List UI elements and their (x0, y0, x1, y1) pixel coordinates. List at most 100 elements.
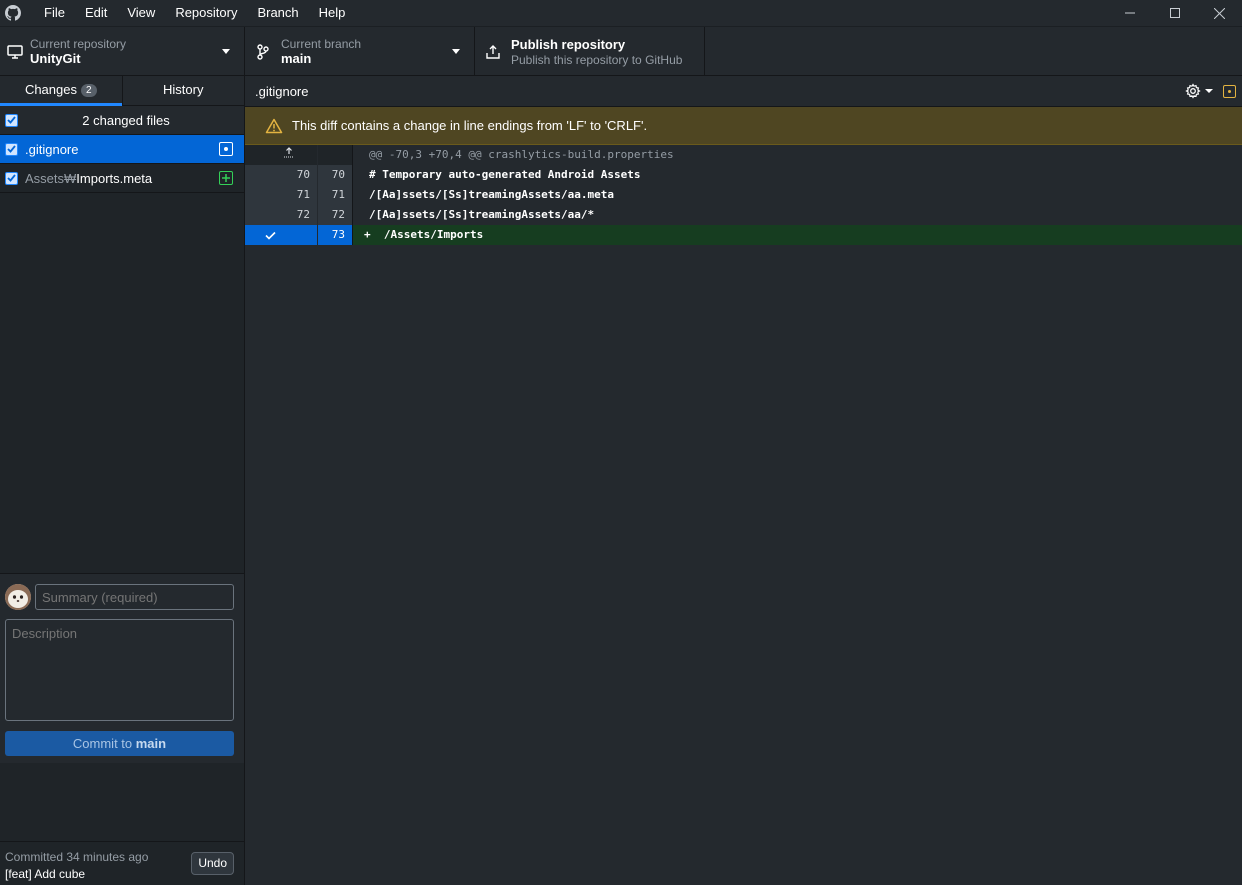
tab-changes-label: Changes (24, 82, 77, 97)
menu-help[interactable]: Help (309, 0, 356, 26)
changed-files-header: 2 changed files (0, 106, 244, 135)
upload-icon (475, 44, 511, 59)
commit-button[interactable]: Commit to main (5, 731, 234, 756)
publish-title: Publish repository (511, 36, 626, 52)
select-all-checkbox[interactable] (5, 113, 18, 127)
old-line-number: 71 (261, 185, 317, 205)
menu-branch[interactable]: Branch (247, 0, 308, 26)
publish-repository-button[interactable]: Publish repository Publish this reposito… (475, 27, 705, 76)
toolbar: Current repository UnityGit Current bran… (0, 26, 1242, 76)
file-row-imports-meta[interactable]: Assets₩Imports.meta (0, 164, 244, 193)
gutter (245, 165, 261, 185)
file-row-gitignore[interactable]: .gitignore (0, 135, 244, 164)
chevron-down-icon (452, 49, 460, 54)
undo-button[interactable]: Undo (191, 852, 234, 875)
checkmark-icon (7, 116, 16, 124)
file-name: Assets₩Imports.meta (25, 171, 152, 186)
title-bar: File Edit View Repository Branch Help (0, 0, 1242, 26)
desktop-icon (0, 44, 30, 59)
file-checkbox[interactable] (5, 142, 18, 156)
line-text: /[Aa]ssets/[Ss]treamingAssets/aa/* (369, 208, 595, 221)
sidebar: Changes 2 History 2 changed files .gitign… (0, 76, 245, 885)
tab-history[interactable]: History (121, 76, 245, 105)
file-basename: .gitignore (25, 141, 79, 157)
diff-line-added[interactable]: 73 + /Assets/Imports (245, 225, 1242, 245)
sidebar-tabs: Changes 2 History (0, 76, 244, 106)
added-icon (219, 171, 233, 185)
modified-icon (219, 142, 233, 156)
line-text: /[Aa]ssets/[Ss]treamingAssets/aa.meta (369, 188, 615, 201)
modified-icon (1223, 84, 1236, 98)
minimize-button[interactable] (1107, 0, 1152, 26)
minimize-icon (1124, 12, 1135, 14)
new-line-number: 72 (317, 205, 353, 225)
last-commit-message: [feat] Add cube (5, 867, 86, 881)
commit-button-label: Commit to (72, 736, 136, 751)
publish-subtitle: Publish this repository to GitHub (511, 52, 683, 67)
changes-count-badge: 2 (80, 84, 97, 97)
added-sign: + (364, 228, 371, 241)
line-text: + /Assets/Imports (353, 225, 1242, 245)
changed-files-count: 2 changed files (82, 112, 170, 128)
current-repository-button[interactable]: Current repository UnityGit (0, 27, 245, 76)
menu-view[interactable]: View (117, 0, 165, 26)
gutter (317, 145, 353, 165)
diff-panel: .gitignore This diff contains a change i… (245, 76, 1242, 885)
checkmark-icon (7, 145, 16, 153)
tab-history-label: History (163, 82, 204, 97)
menu-repository[interactable]: Repository (165, 0, 247, 26)
diff-settings-button[interactable] (1185, 83, 1213, 99)
old-line-number: 72 (261, 205, 317, 225)
diff-header: .gitignore (245, 76, 1242, 107)
line-selected-checkmark[interactable] (261, 225, 317, 245)
hunk-header: @@ -70,3 +70,4 @@ crashlytics-build.prop… (245, 145, 1242, 165)
diff-content: @@ -70,3 +70,4 @@ crashlytics-build.prop… (245, 145, 1242, 245)
line-text: # Temporary auto-generated Android Asset… (369, 168, 641, 181)
gutter (245, 225, 261, 245)
added-text: /Assets/Imports (383, 228, 484, 241)
old-line-number: 70 (261, 165, 317, 185)
window-controls (1107, 0, 1242, 26)
alert-icon (265, 118, 283, 133)
tab-changes[interactable]: Changes 2 (0, 76, 122, 106)
commit-form: Commit to main (0, 573, 244, 763)
gutter (245, 185, 261, 205)
menu-bar: File Edit View Repository Branch Help (34, 0, 355, 26)
gear-icon (1185, 83, 1201, 99)
hunk-text: @@ -70,3 +70,4 @@ crashlytics-build.prop… (369, 148, 674, 161)
menu-edit[interactable]: Edit (75, 0, 117, 26)
gutter (245, 205, 261, 225)
current-branch-button[interactable]: Current branch main (245, 27, 475, 76)
file-dir: Assets₩ (25, 170, 77, 186)
close-icon (1214, 7, 1225, 19)
line-ending-warning: This diff contains a change in line endi… (245, 107, 1242, 145)
close-button[interactable] (1197, 0, 1242, 26)
new-line-number: 73 (317, 225, 353, 245)
diff-line[interactable]: 70 70 # Temporary auto-generated Android… (245, 165, 1242, 185)
summary-input[interactable] (35, 584, 234, 610)
expand-up-icon (284, 147, 294, 158)
repository-name: UnityGit (30, 50, 81, 66)
repository-label: Current repository (30, 36, 127, 51)
last-commit-time: Committed 34 minutes ago (5, 850, 149, 864)
diff-tools (1185, 83, 1236, 99)
github-logo-icon (0, 0, 26, 26)
branch-name: main (281, 50, 312, 66)
file-basename: Imports.meta (76, 170, 153, 186)
avatar (5, 584, 31, 610)
new-line-number: 70 (317, 165, 353, 185)
chevron-down-icon (222, 49, 230, 54)
expand-up-button[interactable] (261, 145, 317, 165)
diff-line[interactable]: 71 71 /[Aa]ssets/[Ss]treamingAssets/aa.m… (245, 185, 1242, 205)
description-input[interactable] (5, 619, 234, 721)
diff-filename: .gitignore (255, 83, 309, 99)
menu-file[interactable]: File (34, 0, 75, 26)
maximize-button[interactable] (1152, 0, 1197, 26)
checkmark-icon (7, 174, 16, 182)
diff-line[interactable]: 72 72 /[Aa]ssets/[Ss]treamingAssets/aa/* (245, 205, 1242, 225)
file-name: .gitignore (25, 142, 78, 157)
gutter (245, 145, 261, 165)
checkmark-icon (265, 231, 276, 240)
new-line-number: 71 (317, 185, 353, 205)
file-checkbox[interactable] (5, 171, 18, 185)
